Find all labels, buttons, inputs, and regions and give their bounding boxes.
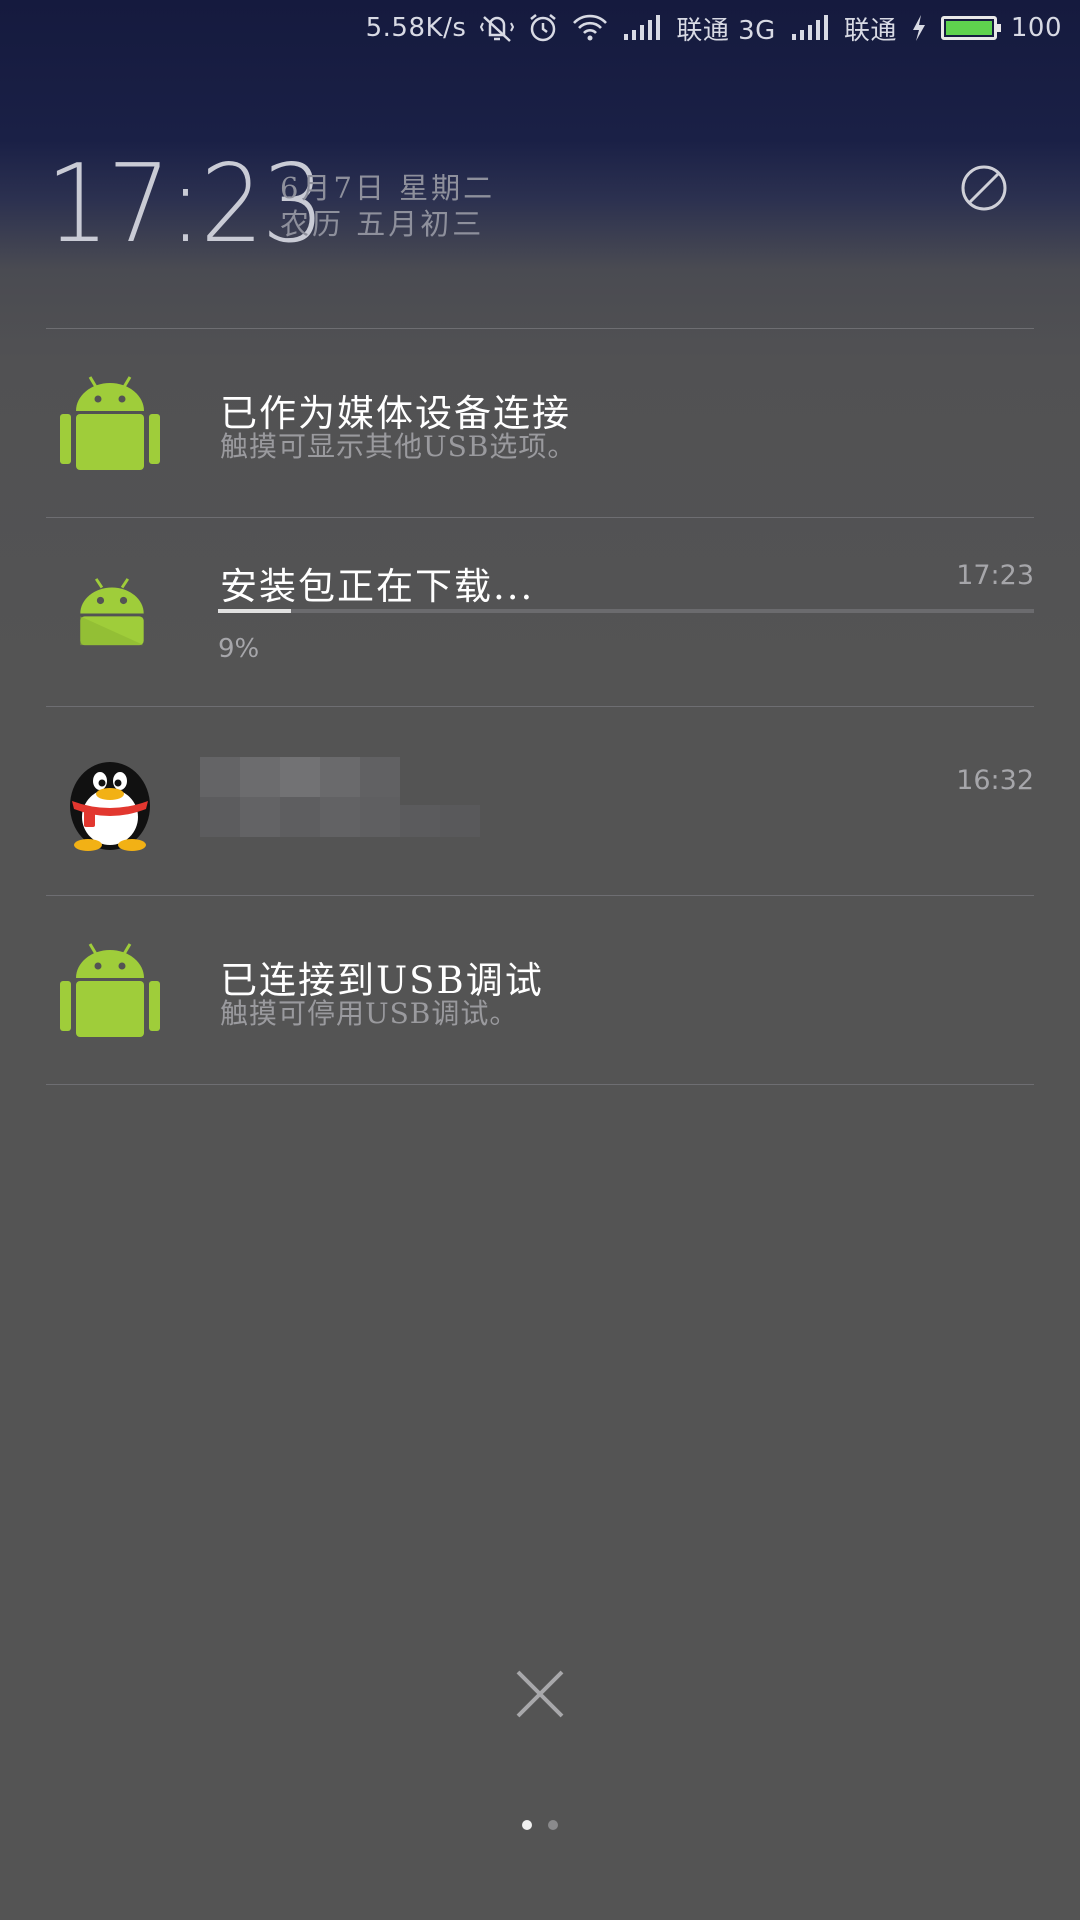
notification-download[interactable]: 安装包正在下载... 17:23 9% — [46, 517, 1034, 706]
notification-qq-message[interactable]: 16:32 — [46, 706, 1034, 895]
android-icon — [60, 373, 160, 473]
notification-subtitle: 触摸可显示其他USB选项。 — [220, 430, 577, 463]
charging-icon — [911, 14, 927, 42]
page-dot-1[interactable] — [522, 1820, 532, 1830]
lunar-date-label: 农历 五月初三 — [280, 207, 485, 241]
notification-title: 安装包正在下载... — [220, 565, 535, 608]
blurred-message-content — [200, 757, 480, 837]
battery-icon — [940, 16, 1001, 40]
network-speed: 5.58K/s — [365, 13, 467, 43]
battery-fill — [945, 21, 992, 35]
android-icon — [60, 940, 160, 1040]
notification-time: 16:32 — [956, 765, 1034, 796]
notification-header: 17:23 6月7日 星期二 农历 五月初三 — [46, 150, 1034, 260]
signal-icon — [790, 14, 830, 42]
date-block[interactable]: 6月7日 星期二 农历 五月初三 — [280, 170, 495, 242]
status-bar: 5.58K/s 联通 3G 联通 100 — [0, 0, 1080, 56]
page-indicator — [0, 1820, 1080, 1830]
download-progress-bar — [218, 609, 1034, 613]
vibrate-mute-icon — [480, 13, 515, 43]
carrier-1-label: 联通 3G — [676, 15, 776, 46]
android-icon — [76, 576, 148, 648]
alarm-icon — [528, 13, 558, 43]
page-dot-2[interactable] — [548, 1820, 558, 1830]
notification-usb-debug[interactable]: 已连接到USB调试 触摸可停用USB调试。 — [46, 895, 1034, 1085]
battery-level: 100 — [1010, 13, 1062, 43]
qq-penguin-icon — [60, 751, 160, 851]
notification-time: 17:23 — [956, 560, 1034, 591]
notification-subtitle: 触摸可停用USB调试。 — [220, 997, 519, 1030]
wifi-icon — [572, 14, 608, 42]
close-icon — [516, 1670, 564, 1718]
signal-icon — [622, 14, 662, 42]
notification-usb-media[interactable]: 已作为媒体设备连接 触摸可显示其他USB选项。 — [46, 328, 1034, 517]
notification-list: 已作为媒体设备连接 触摸可显示其他USB选项。 安装包正在下载... 17:23… — [46, 328, 1034, 1085]
date-label: 6月7日 星期二 — [280, 171, 496, 205]
carrier-2-label: 联通 — [843, 15, 897, 46]
do-not-disturb-button[interactable] — [960, 164, 1008, 212]
clear-all-button[interactable] — [510, 1664, 570, 1724]
download-progress-fill — [218, 609, 292, 613]
do-not-disturb-icon — [961, 165, 1007, 211]
download-progress-label: 9% — [218, 634, 260, 664]
